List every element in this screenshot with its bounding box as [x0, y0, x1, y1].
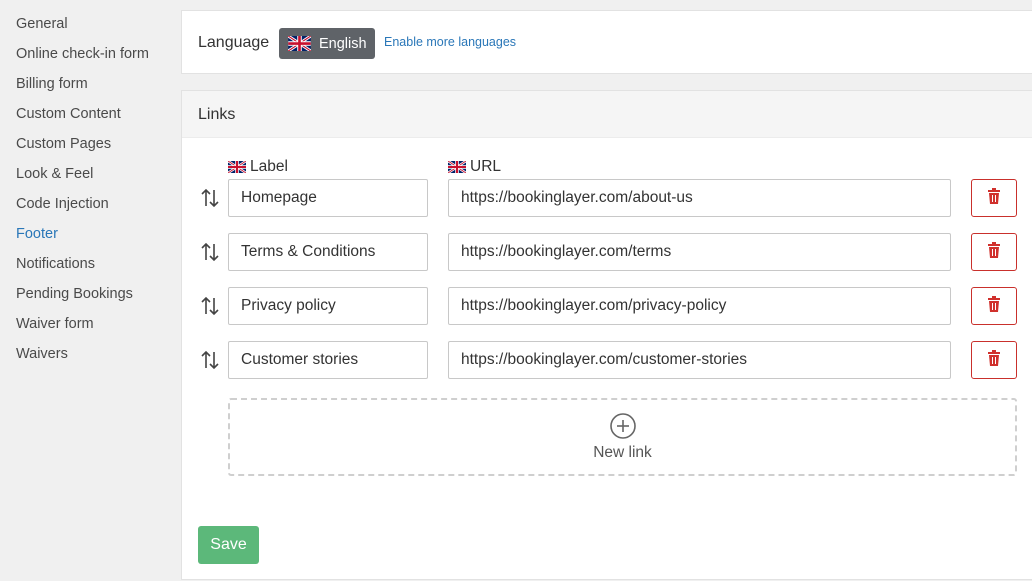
language-selector-button[interactable]: English	[279, 28, 375, 59]
uk-flag-icon	[228, 161, 246, 173]
sidebar-item-pending-bookings[interactable]: Pending Bookings	[0, 284, 181, 314]
save-button[interactable]: Save	[198, 526, 259, 564]
link-label-input[interactable]	[228, 179, 428, 217]
language-selected: English	[319, 35, 367, 52]
link-label-input[interactable]	[228, 233, 428, 271]
sidebar-item-waiver-form[interactable]: Waiver form	[0, 314, 181, 344]
link-row	[182, 341, 1032, 379]
link-row	[182, 233, 1032, 271]
link-url-input[interactable]	[448, 287, 951, 325]
sidebar-item-billing-form[interactable]: Billing form	[0, 74, 181, 104]
delete-link-button[interactable]	[971, 341, 1017, 379]
sidebar-item-online-check-in-form[interactable]: Online check-in form	[0, 44, 181, 74]
trash-icon	[987, 349, 1001, 371]
sidebar-item-code-injection[interactable]: Code Injection	[0, 194, 181, 224]
sort-arrows-icon[interactable]	[199, 349, 221, 371]
trash-icon	[987, 241, 1001, 263]
new-link-label: New link	[593, 444, 652, 461]
link-label-input[interactable]	[228, 341, 428, 379]
links-card: Links Label URL New link Save	[181, 90, 1032, 580]
url-column-text: URL	[470, 158, 502, 175]
new-link-button[interactable]: New link	[228, 398, 1017, 476]
link-url-input[interactable]	[448, 233, 951, 271]
sort-arrows-icon[interactable]	[199, 241, 221, 263]
sidebar-item-general[interactable]: General	[0, 14, 181, 44]
trash-icon	[987, 295, 1001, 317]
delete-link-button[interactable]	[971, 233, 1017, 271]
link-row	[182, 287, 1032, 325]
links-header: Links	[182, 91, 1032, 138]
enable-more-languages-link[interactable]: Enable more languages	[384, 35, 516, 49]
label-column-text: Label	[250, 158, 288, 175]
sidebar-item-custom-pages[interactable]: Custom Pages	[0, 134, 181, 164]
label-column-header: Label	[228, 158, 288, 176]
language-card: Language English Enable more languages	[181, 10, 1032, 74]
sidebar-item-custom-content[interactable]: Custom Content	[0, 104, 181, 134]
uk-flag-icon	[288, 36, 311, 51]
sidebar-item-notifications[interactable]: Notifications	[0, 254, 181, 284]
plus-circle-icon	[609, 413, 636, 439]
sort-arrows-icon[interactable]	[199, 295, 221, 317]
uk-flag-icon	[448, 161, 466, 173]
sidebar-item-waivers[interactable]: Waivers	[0, 344, 181, 374]
trash-icon	[987, 187, 1001, 209]
link-url-input[interactable]	[448, 341, 951, 379]
link-label-input[interactable]	[228, 287, 428, 325]
delete-link-button[interactable]	[971, 287, 1017, 325]
settings-sidebar: General Online check-in form Billing form C…	[0, 0, 181, 581]
delete-link-button[interactable]	[971, 179, 1017, 217]
sort-arrows-icon[interactable]	[199, 187, 221, 209]
sidebar-item-look-feel[interactable]: Look & Feel	[0, 164, 181, 194]
link-row	[182, 179, 1032, 217]
language-label: Language	[198, 34, 270, 51]
sidebar-item-footer[interactable]: Footer	[0, 224, 181, 254]
link-url-input[interactable]	[448, 179, 951, 217]
url-column-header: URL	[448, 158, 501, 176]
